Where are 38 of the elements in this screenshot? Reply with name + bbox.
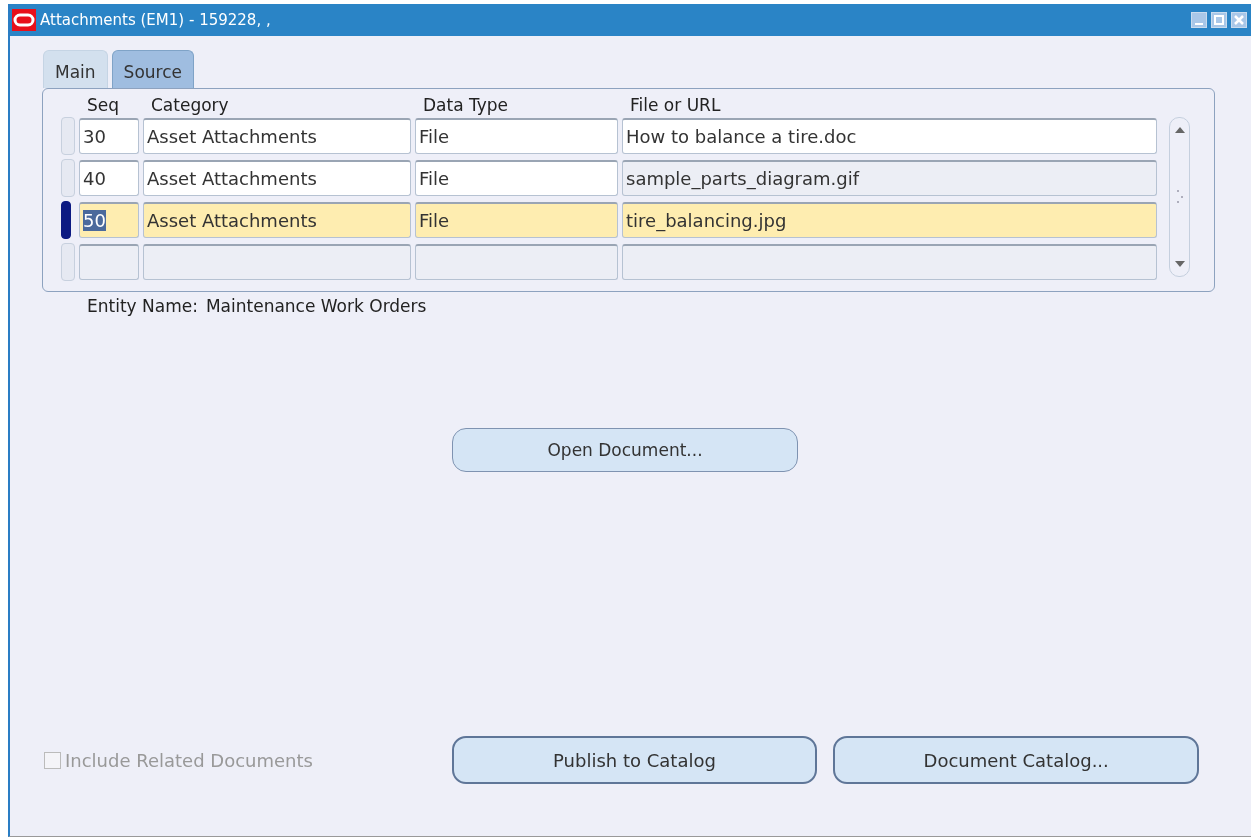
entity-label: Entity Name: (87, 296, 198, 316)
seq-field[interactable]: 40 (79, 160, 139, 196)
category-field[interactable]: Asset Attachments (143, 160, 411, 196)
close-icon (1234, 15, 1244, 25)
row-indicator[interactable] (61, 201, 71, 239)
action-button[interactable]: Document Catalog... (833, 736, 1199, 784)
data-type-field[interactable]: File (415, 160, 618, 196)
category-field[interactable]: Asset Attachments (143, 202, 411, 238)
window-title: Attachments (EM1) - 159228, , (40, 11, 272, 29)
seq-field[interactable] (79, 244, 139, 280)
category-field[interactable] (143, 244, 411, 280)
minimize-button[interactable] (1191, 12, 1207, 28)
column-header: Category (150, 94, 230, 115)
column-header: Seq (86, 94, 121, 115)
file-url-field[interactable] (622, 244, 1157, 280)
data-type-field[interactable] (415, 244, 618, 280)
scroll-up-icon[interactable] (1173, 126, 1186, 134)
category-field[interactable]: Asset Attachments (143, 118, 411, 154)
file-url-field[interactable]: How to balance a tire.doc (622, 118, 1157, 154)
close-button[interactable] (1231, 12, 1247, 28)
data-type-field[interactable]: File (415, 202, 618, 238)
entity-value: Maintenance Work Orders (205, 296, 427, 316)
file-url-field[interactable]: tire_balancing.jpg (622, 202, 1157, 238)
action-button[interactable]: Publish to Catalog (451, 736, 818, 784)
seq-field[interactable]: 50 (79, 202, 139, 238)
data-type-field[interactable]: File (415, 118, 618, 154)
tab[interactable]: Main (43, 50, 108, 88)
scrollbar[interactable] (1169, 117, 1190, 277)
column-header: Data Type (422, 94, 510, 115)
open-document-button[interactable]: Open Document... (452, 428, 798, 472)
maximize-icon (1214, 15, 1224, 25)
tab[interactable]: Source (111, 50, 194, 88)
maximize-button[interactable] (1211, 12, 1227, 28)
seq-field[interactable]: 30 (79, 118, 139, 154)
scroll-down-icon[interactable] (1173, 260, 1186, 268)
app-logo-icon (12, 9, 36, 31)
minimize-icon (1195, 22, 1203, 25)
column-header: File or URL (629, 94, 722, 115)
